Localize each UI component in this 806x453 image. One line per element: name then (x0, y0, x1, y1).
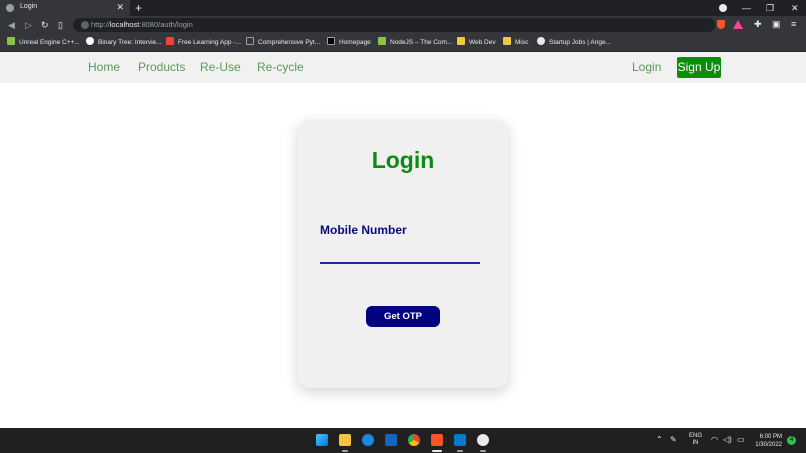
input-language-indicator[interactable]: ENG IN (689, 433, 702, 447)
nav-link-login[interactable]: Login (632, 60, 661, 75)
bookmark-item[interactable]: Startup Jobs | Ange... (537, 37, 611, 49)
notification-badge[interactable]: 4 (787, 436, 796, 445)
bookmark-favicon-icon (327, 37, 335, 45)
pen-icon[interactable]: ✎ (670, 435, 677, 445)
address-bar[interactable]: http://localhost:8080/auth/login (73, 18, 715, 32)
tab-close-icon[interactable]: ✕ (116, 2, 124, 12)
menu-icon[interactable]: ≡ (791, 18, 796, 30)
browser-tab-strip: Login ✕ + — ❐ ✕ (0, 0, 806, 16)
vscode-icon[interactable] (454, 434, 466, 446)
minimize-window-icon[interactable]: — (742, 1, 751, 15)
login-title: Login (371, 147, 435, 173)
browser-toolbar: ◀ ▷ ↻ ▯ http://localhost:8080/auth/login (0, 16, 806, 34)
bookmark-item[interactable]: Free Learning App -... (166, 37, 241, 49)
file-explorer-icon[interactable] (339, 434, 351, 446)
back-arrow-icon[interactable]: ◀ (8, 19, 15, 31)
bookmark-favicon-icon (86, 37, 94, 45)
folder-icon (503, 37, 511, 45)
bookmark-favicon-icon (166, 37, 174, 45)
running-indicator (480, 450, 486, 452)
extensions-puzzle-icon[interactable]: ✚ (754, 18, 762, 30)
start-menu-icon[interactable] (316, 434, 328, 446)
tab-favicon-icon (6, 4, 14, 12)
brave-browser-icon[interactable] (431, 434, 443, 446)
login-card: Login Mobile Number Get OTP (298, 120, 508, 388)
bookmark-folder-web-dev[interactable]: Web Dev (457, 37, 496, 49)
wallet-icon[interactable]: ▣ (772, 18, 781, 30)
brave-shield-icon[interactable] (717, 20, 725, 29)
signup-button[interactable]: Sign Up (677, 57, 721, 78)
running-indicator (342, 450, 348, 452)
wifi-icon[interactable]: ◠ (711, 435, 718, 445)
nav-link-re-use[interactable]: Re-Use (200, 60, 241, 75)
running-indicator (457, 450, 463, 452)
battery-icon[interactable]: ▭ (737, 435, 745, 445)
mobile-number-input[interactable] (320, 244, 480, 264)
mail-icon[interactable] (385, 434, 397, 446)
bookmark-favicon-icon (246, 37, 254, 45)
bookmark-favicon-icon (378, 37, 386, 45)
system-clock[interactable]: 6:00 PM 1/30/2022 (750, 433, 782, 449)
bookmark-favicon-icon (7, 37, 15, 45)
bookmarks-bar: Unreal Engine C++... Binary Tree: Interv… (0, 34, 806, 52)
tray-overflow-chevron-icon[interactable]: ⌃ (656, 435, 663, 445)
chrome-icon[interactable] (408, 434, 420, 446)
bookmark-item[interactable]: NodeJS – The Com... (378, 37, 452, 49)
nav-link-re-cycle[interactable]: Re-cycle (257, 60, 304, 75)
bookmark-item[interactable]: Homepage (327, 37, 371, 49)
site-navbar: Home Products Re-Use Re-cycle Login Sign… (0, 52, 806, 83)
app-icon[interactable] (477, 434, 489, 446)
new-tab-button[interactable]: + (135, 1, 142, 15)
get-otp-button[interactable]: Get OTP (366, 306, 440, 327)
tab-title: Login (20, 3, 38, 10)
active-indicator (432, 450, 442, 452)
address-url: http://localhost:8080/auth/login (91, 20, 193, 29)
windows-taskbar: ⌃ ✎ ENG IN ◠ ◁) ▭ 6:00 PM 1/30/2022 4 (0, 428, 806, 453)
bookmark-item[interactable]: Unreal Engine C++... (7, 37, 80, 49)
browser-tab-login[interactable]: Login ✕ (0, 0, 130, 16)
bookmark-folder-misc[interactable]: Misc (503, 37, 528, 49)
brave-rewards-icon[interactable] (733, 20, 743, 29)
volume-icon[interactable]: ◁) (723, 435, 732, 445)
reload-icon[interactable]: ↻ (41, 19, 49, 31)
folder-icon (457, 37, 465, 45)
mobile-number-label: Mobile Number (320, 223, 407, 237)
bookmark-favicon-icon (537, 37, 545, 45)
close-window-icon[interactable]: ✕ (791, 1, 799, 15)
nav-link-home[interactable]: Home (88, 60, 120, 75)
bookmark-item[interactable]: Comprehensive Pyt... (246, 37, 320, 49)
app-icon[interactable] (362, 434, 374, 446)
nav-link-products[interactable]: Products (138, 60, 185, 75)
restore-window-icon[interactable]: ❐ (766, 1, 774, 15)
site-info-icon[interactable] (81, 21, 89, 29)
browser-profile-icon[interactable] (719, 4, 727, 12)
forward-arrow-icon[interactable]: ▷ (25, 19, 32, 31)
bookmark-item[interactable]: Binary Tree: Intervie... (86, 37, 162, 49)
bookmark-icon[interactable]: ▯ (58, 19, 63, 31)
